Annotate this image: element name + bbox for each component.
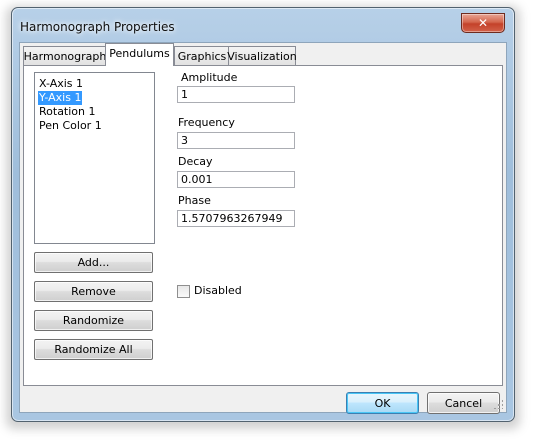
tab-label: Pendulums	[109, 47, 170, 60]
tab-harmonograph[interactable]: Harmonograph	[23, 46, 107, 65]
tab-label: Graphics	[177, 49, 227, 63]
randomize-button[interactable]: Randomize	[34, 310, 153, 331]
amplitude-label: Amplitude	[181, 71, 238, 84]
list-item[interactable]: Rotation 1	[38, 105, 97, 119]
close-button[interactable]: ✕	[461, 13, 505, 33]
add-button[interactable]: Add...	[34, 252, 153, 273]
phase-field[interactable]: 1.5707963267949	[177, 210, 295, 227]
list-item[interactable]: X-Axis 1	[38, 77, 84, 91]
tab-pendulums[interactable]: Pendulums	[105, 43, 174, 66]
window-title: Harmonograph Properties	[20, 20, 175, 34]
list-item-selected[interactable]: Y-Axis 1	[38, 91, 83, 105]
frequency-field[interactable]: 3	[177, 132, 295, 149]
disabled-checkbox[interactable]	[177, 285, 190, 298]
properties-dialog: Harmonograph Properties ✕ Harmonograph P…	[11, 7, 515, 422]
tab-visualization[interactable]: Visualization	[227, 46, 297, 65]
decay-field[interactable]: 0.001	[177, 171, 295, 188]
list-item[interactable]: Pen Color 1	[38, 119, 103, 133]
pendulum-list[interactable]: X-Axis 1 Y-Axis 1 Rotation 1 Pen Color 1	[34, 72, 155, 244]
remove-button[interactable]: Remove	[34, 281, 153, 302]
dialog-client-area: Harmonograph Pendulums Graphics Visualiz…	[19, 42, 507, 414]
tab-label: Visualization	[227, 49, 297, 63]
disabled-label: Disabled	[194, 284, 242, 297]
pendulums-tab-panel: X-Axis 1 Y-Axis 1 Rotation 1 Pen Color 1…	[23, 65, 503, 386]
tab-label: Harmonograph	[23, 49, 107, 63]
frequency-label: Frequency	[178, 116, 235, 129]
ok-button[interactable]: OK	[346, 392, 419, 414]
close-icon: ✕	[477, 16, 489, 30]
phase-label: Phase	[178, 194, 211, 207]
decay-label: Decay	[178, 155, 213, 168]
tab-graphics[interactable]: Graphics	[174, 46, 230, 65]
amplitude-field[interactable]: 1	[177, 86, 295, 103]
randomize-all-button[interactable]: Randomize All	[34, 339, 153, 360]
cancel-button[interactable]: Cancel	[427, 392, 500, 414]
